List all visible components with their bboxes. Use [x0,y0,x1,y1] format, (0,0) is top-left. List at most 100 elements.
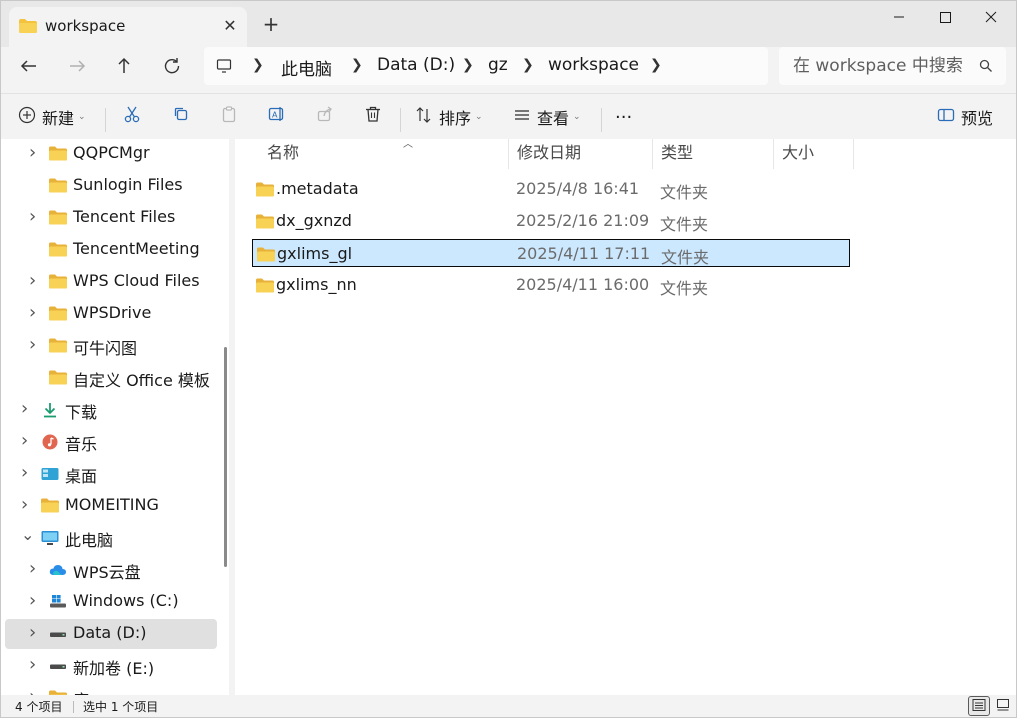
desktop-icon [41,466,59,486]
chevron-right-icon[interactable]: › [29,654,36,675]
chevron-right-icon[interactable]: › [29,334,36,355]
sidebar-item[interactable]: › WPS Cloud Files [5,267,217,297]
chevron-right-icon[interactable]: › [29,558,36,579]
breadcrumb-data-d[interactable]: Data (D:) [377,55,455,75]
preview-pane-icon [937,106,955,128]
sidebar-item[interactable]: › QQPCMgr [5,139,217,169]
cut-button[interactable] [120,104,144,128]
refresh-button[interactable] [159,53,185,79]
more-options-button[interactable]: ··· [615,102,632,132]
chevron-right-icon[interactable]: › [29,142,36,163]
file-row[interactable]: dx_gxnzd 2025/2/16 21:09 文件夹 [252,207,850,235]
paste-button[interactable] [217,104,241,128]
new-tab-button[interactable]: + [260,13,282,35]
address-bar[interactable]: ❯ 此电脑 ❯ Data (D:) ❯ gz ❯ workspace ❯ [204,47,768,85]
explorer-window: workspace ✕ + ❯ 此电脑 ❯ Data (D:) ❯ gz ❯ w… [0,0,1017,718]
sidebar-item[interactable]: ›库 [5,683,217,695]
preview-button[interactable]: 预览 [937,102,993,132]
sidebar-item-label: 桌面 [65,467,98,486]
sidebar-item[interactable]: TencentMeeting [5,235,217,265]
chevron-right-icon[interactable]: › [21,430,28,451]
selected-count: 选中 1 个项目 [72,700,159,714]
file-name: gxlims_nn [276,275,357,294]
title-bar: workspace ✕ + [1,1,1016,47]
sidebar-item[interactable]: › MOMEITING [5,491,217,521]
new-button[interactable]: 新建 ⌄ [18,102,86,132]
chevron-right-icon[interactable]: › [29,206,36,227]
chevron-right-icon[interactable]: › [29,622,36,643]
breadcrumb-separator: ❯ [462,57,474,73]
share-button[interactable] [313,104,337,128]
sidebar-item-label: 音乐 [65,435,98,454]
sidebar-item[interactable]: ⌄ 此电脑 [5,523,217,553]
folder-icon [256,182,274,201]
sidebar-item[interactable]: › 可牛闪图 [5,331,217,361]
computer-icon [216,58,232,78]
close-window-button[interactable] [968,1,1014,33]
search-icon[interactable] [979,59,993,77]
sidebar-item[interactable]: › Tencent Files [5,203,217,233]
computer-icon [41,530,59,550]
file-type: 文件夹 [660,279,709,298]
chevron-down-icon[interactable]: ⌄ [21,525,34,544]
search-box[interactable] [779,47,1006,85]
maximize-button[interactable] [922,1,968,33]
sort-button[interactable]: 排序 ⌄ [415,102,483,132]
sidebar-item[interactable]: › WPSDrive [5,299,217,329]
details-view-icon [972,698,986,715]
chevron-right-icon[interactable]: › [29,686,36,695]
forward-button[interactable] [64,53,90,79]
back-button[interactable] [16,53,42,79]
share-icon [316,105,334,127]
breadcrumb-workspace[interactable]: workspace [548,55,639,75]
folder-icon [49,242,67,261]
details-view-button[interactable] [968,696,990,716]
drive-icon [49,658,67,678]
sidebar-item[interactable]: Sunlogin Files [5,171,217,201]
sidebar-item[interactable]: › 新加卷 (E:) [5,651,217,681]
up-button[interactable] [111,53,137,79]
close-tab-icon[interactable]: ✕ [219,15,241,37]
search-input[interactable] [779,47,969,85]
sidebar-item[interactable]: › Windows (C:) [5,587,217,617]
column-header-name[interactable]: ︿ 名称 [259,139,509,169]
minimize-button[interactable] [876,1,922,33]
sidebar-item-label: Sunlogin Files [73,175,183,194]
navigation-pane: › QQPCMgr Sunlogin Files › Tencent Files Tenc… [1,139,229,695]
view-button[interactable]: 查看 ⌄ [513,102,581,132]
sidebar-item[interactable]: › WPS云盘 [5,555,217,585]
chevron-right-icon[interactable]: › [21,494,28,515]
tiles-view-button[interactable] [992,696,1014,716]
preview-label: 预览 [961,109,994,128]
chevron-right-icon[interactable]: › [21,462,28,483]
sidebar-item-label: MOMEITING [65,495,159,514]
breadcrumb-gz[interactable]: gz [488,55,508,75]
sidebar-item[interactable]: › 下载 [5,395,217,425]
tab-workspace[interactable]: workspace ✕ [9,7,247,47]
column-modified-label: 修改日期 [517,143,582,162]
folder-icon [49,306,67,325]
rename-button[interactable]: A [265,104,289,128]
column-size-label: 大小 [782,143,815,162]
file-row[interactable]: .metadata 2025/4/8 16:41 文件夹 [252,175,850,203]
delete-button[interactable] [361,104,385,128]
breadcrumb-this-pc[interactable]: 此电脑 [281,55,332,80]
file-row[interactable]: gxlims_gl 2025/4/11 17:11 文件夹 [252,239,850,267]
chevron-right-icon[interactable]: › [29,302,36,323]
chevron-right-icon[interactable]: › [29,270,36,291]
sort-label: 排序 [439,109,472,128]
sidebar-item[interactable]: 自定义 Office 模板 [5,363,217,393]
column-header-size[interactable]: 大小 [774,139,854,169]
sidebar-item[interactable]: › Data (D:) [5,619,217,649]
sidebar-item-label: WPSDrive [73,303,152,322]
view-label: 查看 [537,109,570,128]
scrollbar-thumb[interactable] [224,347,227,567]
chevron-right-icon[interactable]: › [21,398,28,419]
chevron-right-icon[interactable]: › [29,590,36,611]
column-header-modified[interactable]: 修改日期 [509,139,653,169]
sidebar-item[interactable]: › 音乐 [5,427,217,457]
copy-button[interactable] [169,104,193,128]
column-header-type[interactable]: 类型 [653,139,774,169]
sidebar-item[interactable]: › 桌面 [5,459,217,489]
file-row[interactable]: gxlims_nn 2025/4/11 16:00 文件夹 [252,271,850,299]
